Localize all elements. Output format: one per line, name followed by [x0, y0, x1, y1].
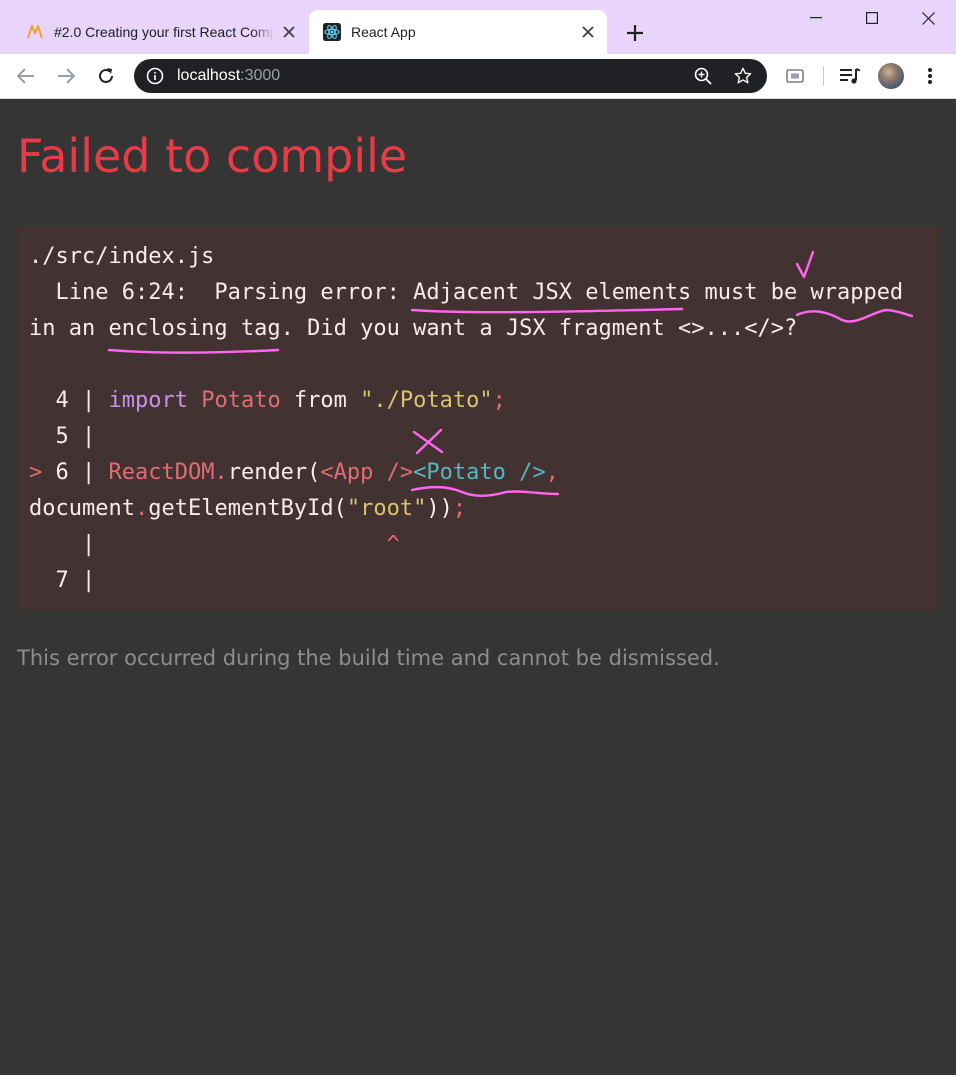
- code-token: document: [29, 496, 135, 521]
- url-port: :3000: [240, 67, 281, 84]
- caret-spacing: [95, 532, 386, 557]
- line-gutter: |: [29, 532, 96, 557]
- error-overlay-box: ./src/index.js Line 6:24: Parsing error:…: [17, 227, 940, 610]
- caret-line: | ^: [29, 527, 903, 563]
- code-token: getElementById(: [148, 496, 347, 521]
- info-icon[interactable]: [146, 67, 164, 85]
- toolbar-separator: [823, 66, 824, 86]
- error-code-block: ./src/index.js Line 6:24: Parsing error:…: [29, 239, 903, 599]
- code-token: <App />: [320, 460, 414, 485]
- close-icon[interactable]: [274, 17, 304, 47]
- line-gutter: 4 |: [29, 388, 109, 413]
- reload-button[interactable]: [90, 60, 122, 92]
- code-token: ;: [452, 496, 467, 521]
- line-gutter: 6 |: [42, 460, 109, 485]
- browser-titlebar: #2.0 Creating your first React Component…: [0, 0, 956, 54]
- zoom-icon[interactable]: [694, 67, 712, 85]
- code-token: from: [280, 388, 361, 413]
- profile-avatar[interactable]: [878, 63, 904, 89]
- extension-icon[interactable]: [783, 64, 807, 88]
- code-token: ReactDOM: [108, 460, 215, 485]
- code-token: "./Potato": [360, 388, 493, 413]
- close-icon[interactable]: [573, 17, 603, 47]
- code-line-6: > 6 | ReactDOM.render(<App /><Potato />,: [29, 455, 903, 491]
- tab-title: React App: [351, 24, 416, 40]
- code-token: .: [214, 460, 228, 485]
- browser-toolbar: localhost:3000: [0, 54, 956, 99]
- error-file-path: ./src/index.js: [29, 244, 215, 269]
- close-icon: [921, 11, 935, 25]
- address-bar[interactable]: localhost:3000: [134, 59, 767, 93]
- arrow-left-icon: [17, 68, 34, 84]
- new-tab-button[interactable]: [620, 18, 650, 48]
- code-line-5: 5 |: [29, 424, 96, 449]
- tab-react-app[interactable]: React App: [309, 10, 607, 54]
- nomad-logo-icon: [26, 23, 44, 41]
- back-button[interactable]: [10, 60, 42, 92]
- code-line-7: 7 |: [29, 568, 96, 593]
- reload-icon: [99, 68, 113, 83]
- maximize-button[interactable]: [844, 0, 900, 36]
- code-token: import: [108, 388, 188, 413]
- tab-title: #2.0 Creating your first React Component: [54, 24, 274, 40]
- code-token: Potato: [187, 388, 281, 413]
- error-note: This error occurred during the build tim…: [17, 646, 720, 670]
- code-token: )): [426, 496, 453, 521]
- forward-button[interactable]: [50, 60, 82, 92]
- code-token: .: [134, 496, 149, 521]
- url-text: localhost:3000: [177, 59, 280, 93]
- code-token: render(: [227, 460, 321, 485]
- tab-nomad-coders[interactable]: #2.0 Creating your first React Component: [10, 10, 308, 54]
- bookmark-star-icon[interactable]: [734, 67, 752, 85]
- code-line-6-cont: document.getElementById("root"));: [29, 491, 903, 527]
- maximize-icon: [866, 12, 878, 24]
- error-message-line: in an enclosing tag. Did you want a JSX …: [29, 316, 798, 341]
- minimize-icon: [810, 17, 822, 19]
- media-queue-icon[interactable]: [838, 64, 862, 88]
- plus-icon: [627, 25, 643, 41]
- error-message-line: Line 6:24: Parsing error: Adjacent JSX e…: [29, 280, 904, 305]
- url-host: localhost: [177, 67, 241, 84]
- error-line-marker: >: [29, 460, 43, 485]
- react-logo-icon: [323, 23, 341, 41]
- code-token: ,: [545, 460, 559, 485]
- arrow-right-icon: [58, 68, 75, 84]
- error-caret: ^: [386, 532, 400, 557]
- minimize-button[interactable]: [788, 0, 844, 36]
- code-token: <Potato />: [413, 460, 546, 485]
- window-close-button[interactable]: [900, 0, 956, 36]
- code-line-4: 4 | import Potato from "./Potato";: [29, 383, 903, 419]
- code-token: "root": [346, 496, 427, 521]
- menu-kebab-icon[interactable]: [918, 64, 942, 88]
- page-title: Failed to compile: [17, 129, 408, 183]
- code-token: ;: [492, 388, 506, 413]
